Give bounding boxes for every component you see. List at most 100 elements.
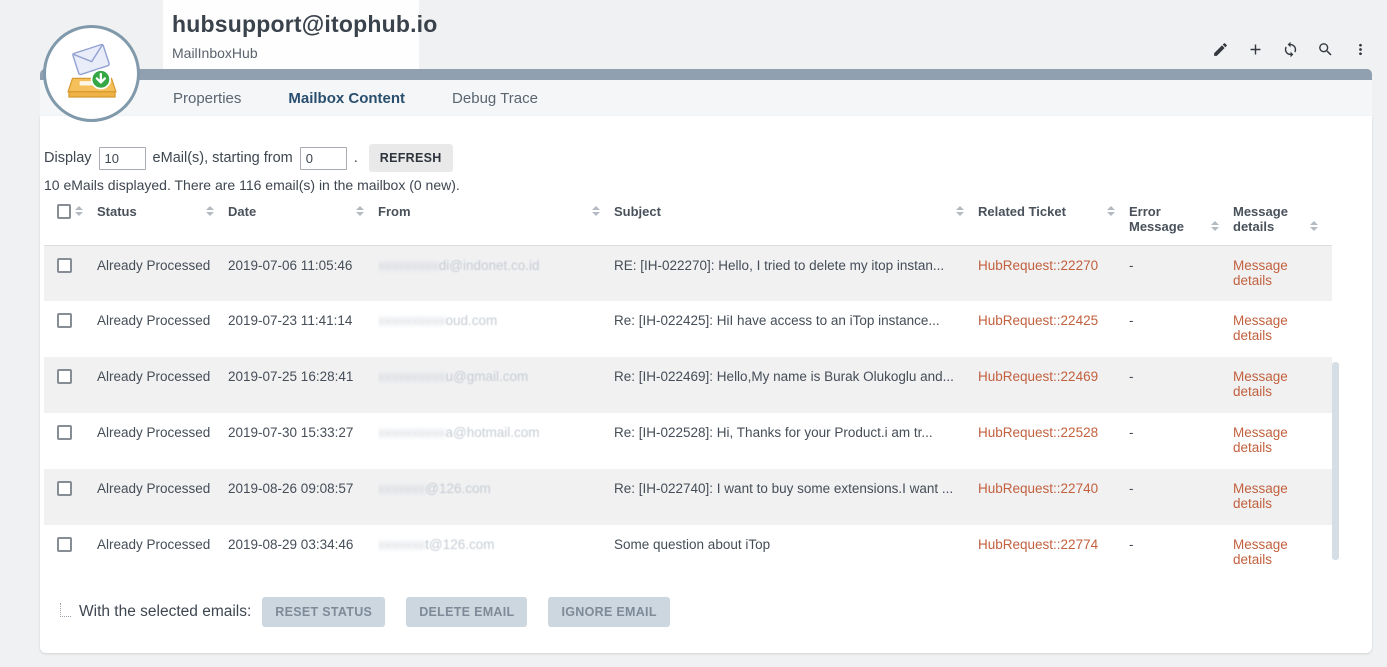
tree-connector <box>60 603 71 617</box>
related-ticket-link[interactable]: HubRequest::22528 <box>978 425 1098 440</box>
tab-properties[interactable]: Properties <box>173 90 241 107</box>
sort-icon[interactable] <box>206 206 214 219</box>
delete-email-button[interactable]: DELETE EMAIL <box>406 597 527 627</box>
message-details-link[interactable]: Message details <box>1233 537 1288 567</box>
table-row: Already Processed 2019-07-23 11:41:14 xx… <box>44 301 1332 357</box>
more-menu-button[interactable] <box>1351 40 1369 58</box>
emails-table: Status Date From Subject Related Ticket … <box>44 198 1332 581</box>
date-cell: 2019-07-25 16:28:41 <box>228 357 378 413</box>
selected-emails-toolbar: With the selected emails: RESET STATUS D… <box>60 597 670 627</box>
message-details-link[interactable]: Message details <box>1233 425 1288 455</box>
email-domain-part: u@gmail.com <box>446 369 529 384</box>
row-checkbox[interactable] <box>57 537 72 552</box>
date-cell: 2019-07-23 11:41:14 <box>228 301 378 357</box>
starting-from-label: eMail(s), starting from <box>153 150 293 166</box>
column-header-status[interactable]: Status <box>97 204 137 219</box>
subject-cell: Re: [IH-022425]: HiI have access to an i… <box>614 301 978 357</box>
row-checkbox[interactable] <box>57 258 72 273</box>
column-header-from[interactable]: From <box>378 204 411 219</box>
email-domain-part: di@indonet.co.id <box>439 258 540 273</box>
redacted-email-part: xxxxxxx <box>378 537 425 552</box>
error-message-cell: - <box>1129 301 1233 357</box>
message-details-link[interactable]: Message details <box>1233 258 1288 288</box>
related-ticket-link[interactable]: HubRequest::22774 <box>978 537 1098 552</box>
message-details-link[interactable]: Message details <box>1233 313 1288 343</box>
status-cell: Already Processed <box>97 469 228 525</box>
sort-icon[interactable] <box>592 206 600 219</box>
sort-icon[interactable] <box>1107 206 1115 219</box>
table-row: Already Processed 2019-07-06 11:05:46 xx… <box>44 245 1332 301</box>
search-icon <box>1317 41 1334 58</box>
subject-cell: Re: [IH-022528]: Hi, Thanks for your Pro… <box>614 413 978 469</box>
display-label: Display <box>44 150 92 166</box>
date-cell: 2019-08-26 09:08:57 <box>228 469 378 525</box>
mail-inbox-page: hubsupport@itophub.io MailInboxHub Prope… <box>0 0 1387 667</box>
select-all-checkbox[interactable] <box>57 204 71 219</box>
edit-button[interactable] <box>1211 40 1229 58</box>
status-cell: Already Processed <box>97 357 228 413</box>
redacted-email-part: xxxxxxx <box>378 481 425 496</box>
refresh-button[interactable] <box>1281 40 1299 58</box>
sort-icon[interactable] <box>1211 221 1219 234</box>
refresh-icon <box>1282 41 1299 58</box>
date-cell: 2019-07-06 11:05:46 <box>228 245 378 301</box>
message-details-link[interactable]: Message details <box>1233 369 1288 399</box>
new-button[interactable] <box>1246 40 1264 58</box>
row-checkbox[interactable] <box>57 481 72 496</box>
status-cell: Already Processed <box>97 525 228 581</box>
redacted-email-part: xxxxxxxxxx <box>378 369 446 384</box>
email-domain-part: a@hotmail.com <box>446 425 540 440</box>
ignore-email-button[interactable]: IGNORE EMAIL <box>548 597 669 627</box>
refresh-list-button[interactable]: REFRESH <box>369 144 453 172</box>
column-header-subject[interactable]: Subject <box>614 204 661 219</box>
related-ticket-link[interactable]: HubRequest::22740 <box>978 481 1098 496</box>
mailbox-summary: 10 eMails displayed. There are 116 email… <box>44 177 460 193</box>
sort-icon[interactable] <box>1310 221 1318 234</box>
period-text: . <box>354 150 358 166</box>
column-header-related-ticket[interactable]: Related Ticket <box>978 204 1066 219</box>
redacted-email-part: xxxxxxxxxx <box>378 425 446 440</box>
page-subtitle: MailInboxHub <box>172 45 258 61</box>
search-button[interactable] <box>1316 40 1334 58</box>
from-cell: xxxxxxxxxxa@hotmail.com <box>378 413 614 469</box>
mailbox-icon <box>61 43 123 105</box>
table-row: Already Processed 2019-07-30 15:33:27 xx… <box>44 413 1332 469</box>
date-cell: 2019-07-30 15:33:27 <box>228 413 378 469</box>
status-cell: Already Processed <box>97 245 228 301</box>
reset-status-button[interactable]: RESET STATUS <box>262 597 385 627</box>
status-cell: Already Processed <box>97 301 228 357</box>
start-offset-input[interactable] <box>300 147 347 170</box>
sort-icon[interactable] <box>356 206 364 219</box>
display-count-input[interactable] <box>99 147 146 170</box>
column-header-date[interactable]: Date <box>228 204 256 219</box>
column-header-message-details[interactable]: Message details <box>1233 204 1306 234</box>
table-row: Already Processed 2019-08-26 09:08:57 xx… <box>44 469 1332 525</box>
from-cell: xxxxxxxxxxoud.com <box>378 301 614 357</box>
related-ticket-link[interactable]: HubRequest::22425 <box>978 313 1098 328</box>
status-cell: Already Processed <box>97 413 228 469</box>
from-cell: xxxxxxx@126.com <box>378 469 614 525</box>
message-details-link[interactable]: Message details <box>1233 481 1288 511</box>
subject-cell: Re: [IH-022740]: I want to buy some exte… <box>614 469 978 525</box>
tab-strip: Properties Mailbox Content Debug Trace <box>40 80 1372 116</box>
related-ticket-link[interactable]: HubRequest::22469 <box>978 369 1098 384</box>
table-scrollbar-thumb[interactable] <box>1332 362 1339 560</box>
tab-debug-trace[interactable]: Debug Trace <box>452 90 538 107</box>
page-title: hubsupport@itophub.io <box>172 11 438 38</box>
header-actions <box>1211 40 1369 58</box>
from-cell: xxxxxxxxxdi@indonet.co.id <box>378 245 614 301</box>
sort-icon[interactable] <box>956 206 964 219</box>
from-cell: xxxxxxxt@126.com <box>378 525 614 581</box>
column-header-error-message[interactable]: Error Message <box>1129 204 1207 234</box>
table-header-row: Status Date From Subject Related Ticket … <box>44 198 1332 245</box>
related-ticket-link[interactable]: HubRequest::22270 <box>978 258 1098 273</box>
sort-icon[interactable] <box>75 206 83 219</box>
tab-mailbox-content[interactable]: Mailbox Content <box>288 90 405 107</box>
row-checkbox[interactable] <box>57 425 72 440</box>
error-message-cell: - <box>1129 469 1233 525</box>
row-checkbox[interactable] <box>57 313 72 328</box>
error-message-cell: - <box>1129 525 1233 581</box>
row-checkbox[interactable] <box>57 369 72 384</box>
email-domain-part: oud.com <box>446 313 498 328</box>
redacted-email-part: xxxxxxxxx <box>378 258 439 273</box>
